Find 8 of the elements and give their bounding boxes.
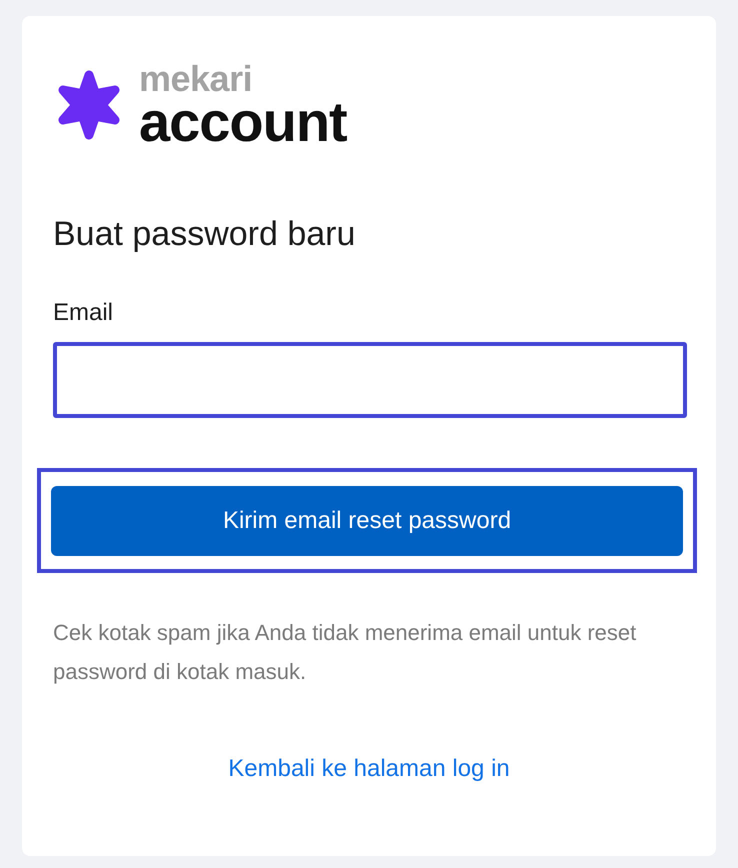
email-label: Email — [53, 298, 114, 328]
page-heading: Buat password baru — [53, 214, 356, 254]
brand-name: mekari — [139, 62, 254, 96]
back-to-login-link[interactable]: Kembali ke halaman log in — [228, 751, 510, 787]
product-name: account — [139, 96, 347, 148]
email-input-field[interactable] — [53, 342, 687, 418]
help-text: Cek kotak spam jika Anda tidak menerima email untuk reset password di kotak masuk. — [53, 619, 638, 686]
submit-button[interactable]: Kirim email reset password — [51, 486, 683, 556]
